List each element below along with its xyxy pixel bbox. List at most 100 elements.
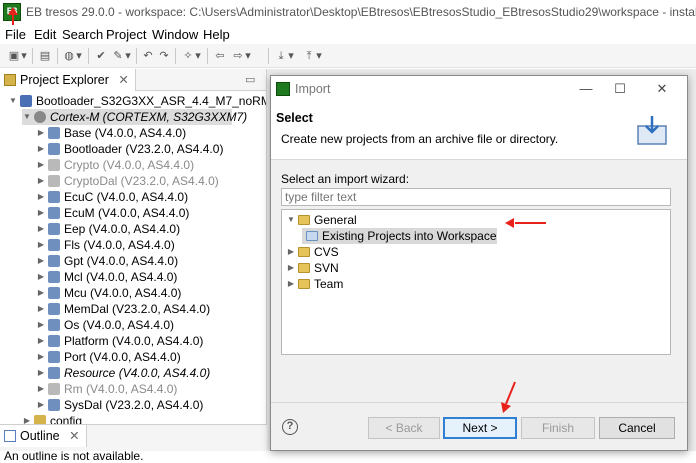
menu-search[interactable]: Search	[62, 27, 103, 42]
annotation-arrow-next	[501, 381, 516, 413]
import-projects-icon	[306, 231, 318, 241]
collapsed-arrow-icon[interactable]: ▶	[36, 141, 46, 157]
module-icon	[48, 383, 60, 395]
menu-file[interactable]: File	[5, 27, 26, 42]
dialog-header-description: Create new projects from an archive file…	[281, 132, 559, 146]
module-label: Crypto (V4.0.0, AS4.4.0)	[64, 158, 195, 172]
module-icon	[48, 255, 60, 267]
minimize-icon[interactable]: —	[577, 80, 595, 98]
chevron-down-icon[interactable]: ▾	[287, 48, 295, 64]
collapsed-arrow-icon[interactable]: ▶	[36, 285, 46, 301]
cancel-button[interactable]: Cancel	[599, 417, 675, 439]
collapsed-arrow-icon[interactable]: ▶	[36, 333, 46, 349]
folder-icon	[4, 74, 16, 86]
close-icon[interactable]: ✕	[69, 429, 79, 443]
menu-bar: File Edit Search Project Window Help	[0, 24, 696, 44]
collapsed-arrow-icon[interactable]: ▶	[36, 397, 46, 413]
chevron-down-icon[interactable]: ▾	[244, 48, 252, 64]
expanded-arrow-icon[interactable]: ▼	[286, 212, 296, 228]
wizard-tree: ▼ General Existing Projects into Workspa…	[281, 209, 671, 355]
chevron-down-icon[interactable]: ▾	[75, 48, 83, 64]
collapsed-arrow-icon[interactable]: ▶	[286, 260, 296, 276]
collapsed-arrow-icon[interactable]: ▶	[36, 365, 46, 381]
collapsed-arrow-icon[interactable]: ▶	[36, 349, 46, 365]
module-label: EcuC (V4.0.0, AS4.4.0)	[64, 190, 189, 204]
chevron-down-icon[interactable]: ▾	[315, 48, 323, 64]
collapsed-arrow-icon[interactable]: ▶	[36, 237, 46, 253]
chevron-down-icon[interactable]: ▾	[124, 48, 132, 64]
folder-icon	[34, 415, 46, 424]
next-button[interactable]: Next >	[443, 417, 517, 439]
module-label: Base (V4.0.0, AS4.4.0)	[64, 126, 187, 140]
tree-item-config-cortex-m[interactable]: ▼ Cortex-M (CORTEXM, S32G3XXM7)	[22, 109, 247, 125]
checkmark-icon[interactable]: ✔	[93, 48, 109, 64]
menu-help[interactable]: Help	[203, 27, 230, 42]
menu-project[interactable]: Project	[106, 27, 146, 42]
collapsed-arrow-icon[interactable]: ▶	[36, 221, 46, 237]
tab-label: Outline	[20, 429, 60, 443]
collapsed-arrow-icon[interactable]: ▶	[36, 317, 46, 333]
tab-outline[interactable]: Outline ✕	[0, 425, 87, 447]
project-icon	[20, 95, 32, 107]
module-icon	[48, 303, 60, 315]
dialog-header: Select Create new projects from an archi…	[271, 102, 687, 160]
toolbar-separator	[136, 48, 137, 64]
project-explorer-view: Project Explorer ✕ ▭ ▼ Bootloader_S32G3X…	[0, 69, 267, 424]
collapsed-arrow-icon[interactable]: ▶	[36, 269, 46, 285]
dialog-header-title: Select	[276, 111, 313, 125]
module-icon	[48, 239, 60, 251]
toolbar-separator	[88, 48, 89, 64]
module-icon	[48, 351, 60, 363]
expanded-arrow-icon[interactable]: ▼	[22, 109, 32, 125]
module-label: EcuM (V4.0.0, AS4.4.0)	[64, 206, 190, 220]
module-icon	[48, 399, 60, 411]
module-icon	[48, 287, 60, 299]
outline-icon	[4, 430, 16, 442]
module-icon	[48, 191, 60, 203]
module-icon	[48, 159, 60, 171]
module-label: Mcu (V4.0.0, AS4.4.0)	[64, 286, 182, 300]
chevron-down-icon[interactable]: ▾	[194, 48, 202, 64]
close-icon[interactable]: ✕	[118, 73, 128, 87]
collapsed-arrow-icon[interactable]: ▶	[36, 189, 46, 205]
back-button[interactable]: < Back	[368, 417, 440, 439]
undo-icon[interactable]: ↶	[140, 48, 156, 64]
module-label: Bootloader (V23.2.0, AS4.4.0)	[64, 142, 224, 156]
collapsed-arrow-icon[interactable]: ▶	[36, 381, 46, 397]
dialog-title-bar: Import — ☐ ✕	[271, 76, 687, 102]
close-icon[interactable]: ✕	[653, 80, 671, 98]
module-label: Os (V4.0.0, AS4.4.0)	[64, 318, 175, 332]
filter-input[interactable]	[281, 188, 671, 206]
module-icon	[48, 335, 60, 347]
collapsed-arrow-icon[interactable]: ▶	[286, 244, 296, 260]
folder-icon	[298, 215, 310, 225]
tree-item-existing-projects[interactable]: Existing Projects into Workspace	[302, 228, 497, 244]
collapsed-arrow-icon[interactable]: ▶	[22, 413, 32, 424]
collapsed-arrow-icon[interactable]: ▶	[36, 157, 46, 173]
gear-icon	[34, 111, 46, 123]
finish-button[interactable]: Finish	[521, 417, 595, 439]
redo-icon[interactable]: ↷	[156, 48, 172, 64]
module-icon	[48, 207, 60, 219]
save-icon[interactable]: ▤	[37, 48, 53, 64]
tab-project-explorer[interactable]: Project Explorer ✕	[0, 69, 136, 91]
toolbar-separator	[268, 48, 269, 64]
collapsed-arrow-icon[interactable]: ▶	[36, 173, 46, 189]
back-arrow-icon[interactable]: ⇦	[212, 48, 228, 64]
collapsed-arrow-icon[interactable]: ▶	[36, 125, 46, 141]
collapsed-arrow-icon[interactable]: ▶	[36, 205, 46, 221]
module-label: Gpt (V4.0.0, AS4.4.0)	[64, 254, 179, 268]
chevron-down-icon[interactable]: ▾	[20, 48, 28, 64]
minimize-icon[interactable]: ▭	[245, 73, 255, 86]
collapsed-arrow-icon[interactable]: ▶	[36, 253, 46, 269]
menu-edit[interactable]: Edit	[34, 27, 56, 42]
expanded-arrow-icon[interactable]: ▼	[8, 93, 18, 109]
collapsed-arrow-icon[interactable]: ▶	[36, 301, 46, 317]
collapsed-arrow-icon[interactable]: ▶	[286, 276, 296, 292]
module-icon	[48, 175, 60, 187]
maximize-icon[interactable]: ☐	[611, 80, 629, 98]
menu-window[interactable]: Window	[152, 27, 198, 42]
module-icon	[48, 223, 60, 235]
help-icon[interactable]: ?	[282, 419, 298, 435]
toolbar-separator	[32, 48, 33, 64]
